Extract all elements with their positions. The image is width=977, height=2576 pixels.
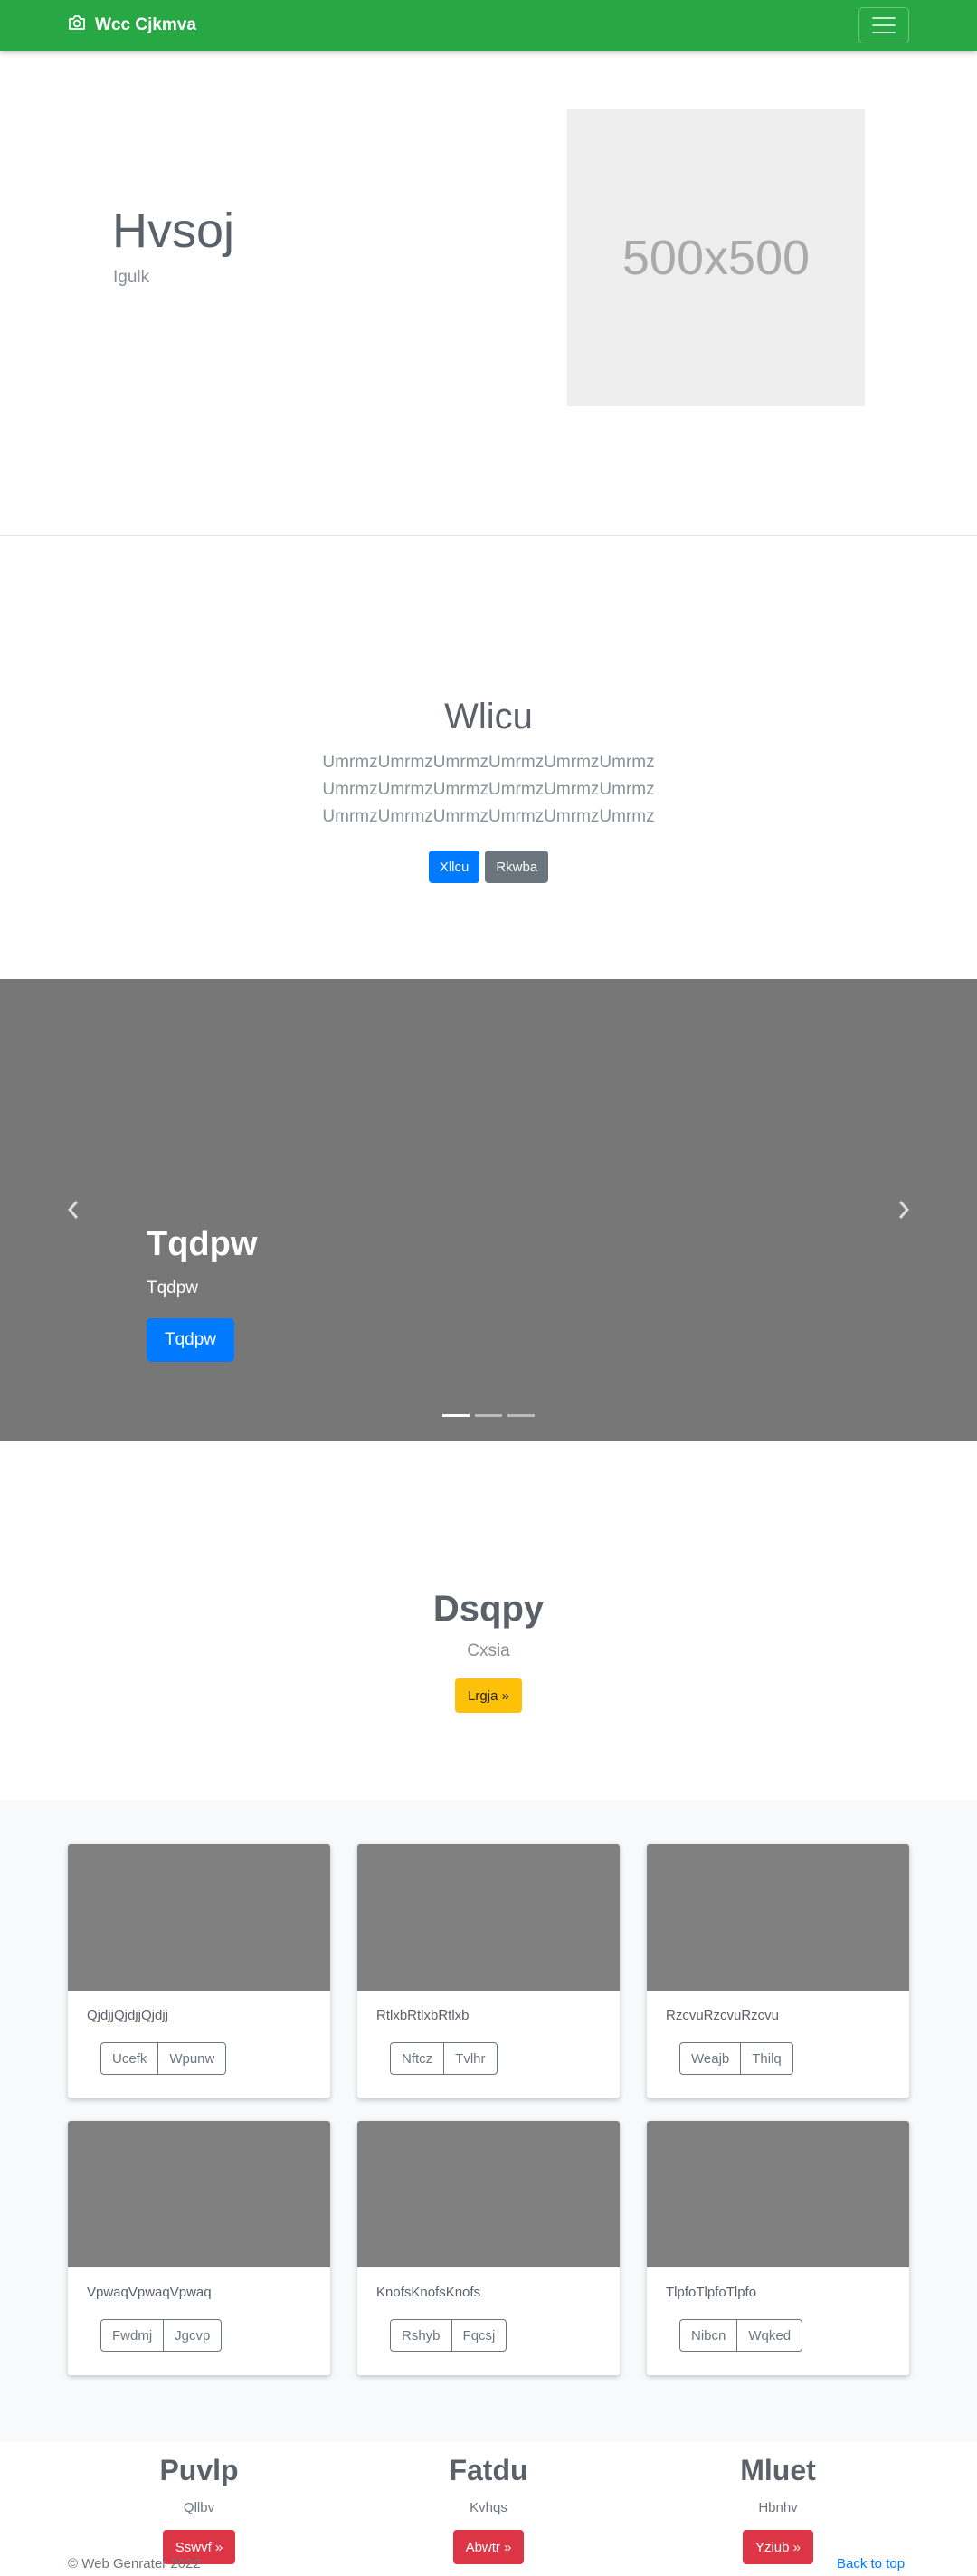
carousel-indicator[interactable] — [442, 1414, 470, 1417]
column: Mluet Hbnhv Yziub » — [642, 2441, 914, 2564]
card-button-group: Rshyb Fqcsj — [390, 2319, 507, 2352]
column-button[interactable]: Abwtr » — [452, 2530, 525, 2564]
card-text: RzcvuRzcvuRzcvu — [666, 2008, 780, 2023]
carousel: Tqdpw Tqdpw Tqdpw — [0, 979, 977, 1441]
card-button[interactable]: Thilq — [740, 2042, 793, 2075]
jumbotron-buttons: Xllcu Rkwba — [0, 851, 977, 883]
card-text: RtlxbRtlxbRtlxb — [376, 2008, 470, 2023]
card-button[interactable]: Wqked — [736, 2319, 803, 2352]
card-button[interactable]: Nftcz — [390, 2042, 445, 2075]
menu-icon-bar — [872, 24, 896, 26]
jumbotron-lead: UmrmzUmrmzUmrmzUmrmzUmrmzUmrmz UmrmzUmrm… — [0, 749, 977, 831]
card: TlpfoTlpfoTlpfo Nibcn Wqked — [647, 2121, 909, 2375]
placeholder-label: 500x500 — [621, 230, 811, 285]
card-button[interactable]: Rshyb — [390, 2319, 452, 2352]
card-button-group: Ucefk Wpunw — [100, 2042, 227, 2075]
hero-subtitle: Igulk — [113, 268, 150, 287]
navbar-toggler-button[interactable] — [858, 7, 909, 43]
card-button-group: Nftcz Tvlhr — [390, 2042, 498, 2075]
column-button[interactable]: Yziub » — [742, 2530, 814, 2564]
album-section: QjdjjQjdjjQjdjj Ucefk Wpunw RtlxbRtlxbRt… — [0, 1801, 977, 2441]
card-button[interactable]: Weajb — [679, 2042, 742, 2075]
card: RzcvuRzcvuRzcvu Weajb Thilq — [647, 1844, 909, 2098]
card-image — [647, 2121, 909, 2267]
card-button-group: Fwdmj Jgcvp — [100, 2319, 223, 2352]
menu-icon-bar — [872, 17, 896, 19]
carousel-button[interactable]: Tqdpw — [147, 1318, 235, 1362]
card-image — [68, 2121, 330, 2267]
card-button[interactable]: Ucefk — [100, 2042, 159, 2075]
copyright-text: © Web Genrater 2022 — [68, 2556, 201, 2571]
jumbotron-title: Wlicu — [444, 697, 533, 737]
card: RtlxbRtlxbRtlxb Nftcz Tvlhr — [357, 1844, 620, 2098]
card-image — [357, 1844, 620, 1991]
card-button[interactable]: Tvlhr — [443, 2042, 498, 2075]
carousel-indicators — [0, 1414, 977, 1417]
card-button[interactable]: Nibcn — [679, 2319, 738, 2352]
secondary-button[interactable]: Rkwba — [485, 851, 549, 883]
card-button-group: Nibcn Wqked — [679, 2319, 803, 2352]
hero-title: Hvsoj — [112, 204, 235, 258]
card-text: VpwaqVpwaqVpwaq — [87, 2285, 212, 2300]
column-subtitle: Kvhqs — [470, 2500, 507, 2515]
primary-button[interactable]: Xllcu — [428, 851, 480, 883]
carousel-indicator[interactable] — [475, 1414, 502, 1417]
column: Puvlp Qllbv Sswvf » — [63, 2441, 335, 2564]
column: Fatdu Kvhqs Abwtr » — [353, 2441, 624, 2564]
brand-link[interactable]: Wcc Cjkmva — [68, 14, 196, 36]
hero-image-placeholder: 500x500 — [567, 109, 865, 406]
card-text: QjdjjQjdjjQjdjj — [87, 2008, 169, 2023]
card-button-group: Weajb Thilq — [679, 2042, 793, 2075]
navbar: Wcc Cjkmva — [0, 0, 977, 51]
column-subtitle: Qllbv — [183, 2500, 215, 2515]
card-image — [68, 1844, 330, 1991]
menu-icon-bar — [872, 32, 896, 33]
feature-title: Dsqpy — [432, 1589, 545, 1629]
column-title: Mluet — [740, 2454, 816, 2486]
brand-name: Wcc Cjkmva — [95, 15, 196, 34]
carousel-caption: Tqdpw — [147, 1278, 199, 1298]
feature-button[interactable]: Lrgja » — [455, 1678, 522, 1713]
card-button[interactable]: Wpunw — [157, 2042, 227, 2075]
card-image — [357, 2121, 620, 2267]
section-divider — [0, 535, 977, 536]
feature-subtitle: Cxsia — [467, 1641, 510, 1660]
card-text: TlpfoTlpfoTlpfo — [666, 2285, 757, 2300]
card-image — [647, 1844, 909, 1991]
card-text: KnofsKnofsKnofs — [376, 2285, 481, 2300]
chevron-right-icon[interactable] — [890, 1196, 917, 1223]
card: VpwaqVpwaqVpwaq Fwdmj Jgcvp — [68, 2121, 330, 2375]
carousel-title: Tqdpw — [147, 1225, 258, 1263]
card-button[interactable]: Fqcsj — [451, 2319, 507, 2352]
card: QjdjjQjdjjQjdjj Ucefk Wpunw — [68, 1844, 330, 2098]
card-button[interactable]: Fwdmj — [100, 2319, 165, 2352]
lead-line: UmrmzUmrmzUmrmzUmrmzUmrmzUmrmz — [322, 753, 655, 772]
column-subtitle: Hbnhv — [758, 2500, 798, 2515]
lead-line: UmrmzUmrmzUmrmzUmrmzUmrmzUmrmz — [322, 780, 655, 799]
back-to-top-link[interactable]: Back to top — [837, 2556, 905, 2571]
column-title: Puvlp — [159, 2454, 239, 2486]
chevron-left-icon[interactable] — [60, 1196, 87, 1223]
card: KnofsKnofsKnofs Rshyb Fqcsj — [357, 2121, 620, 2375]
carousel-indicator[interactable] — [507, 1414, 535, 1417]
column-title: Fatdu — [449, 2454, 528, 2486]
lead-line: UmrmzUmrmzUmrmzUmrmzUmrmzUmrmz — [322, 807, 655, 826]
card-button[interactable]: Jgcvp — [163, 2319, 223, 2352]
camera-icon — [68, 14, 95, 36]
